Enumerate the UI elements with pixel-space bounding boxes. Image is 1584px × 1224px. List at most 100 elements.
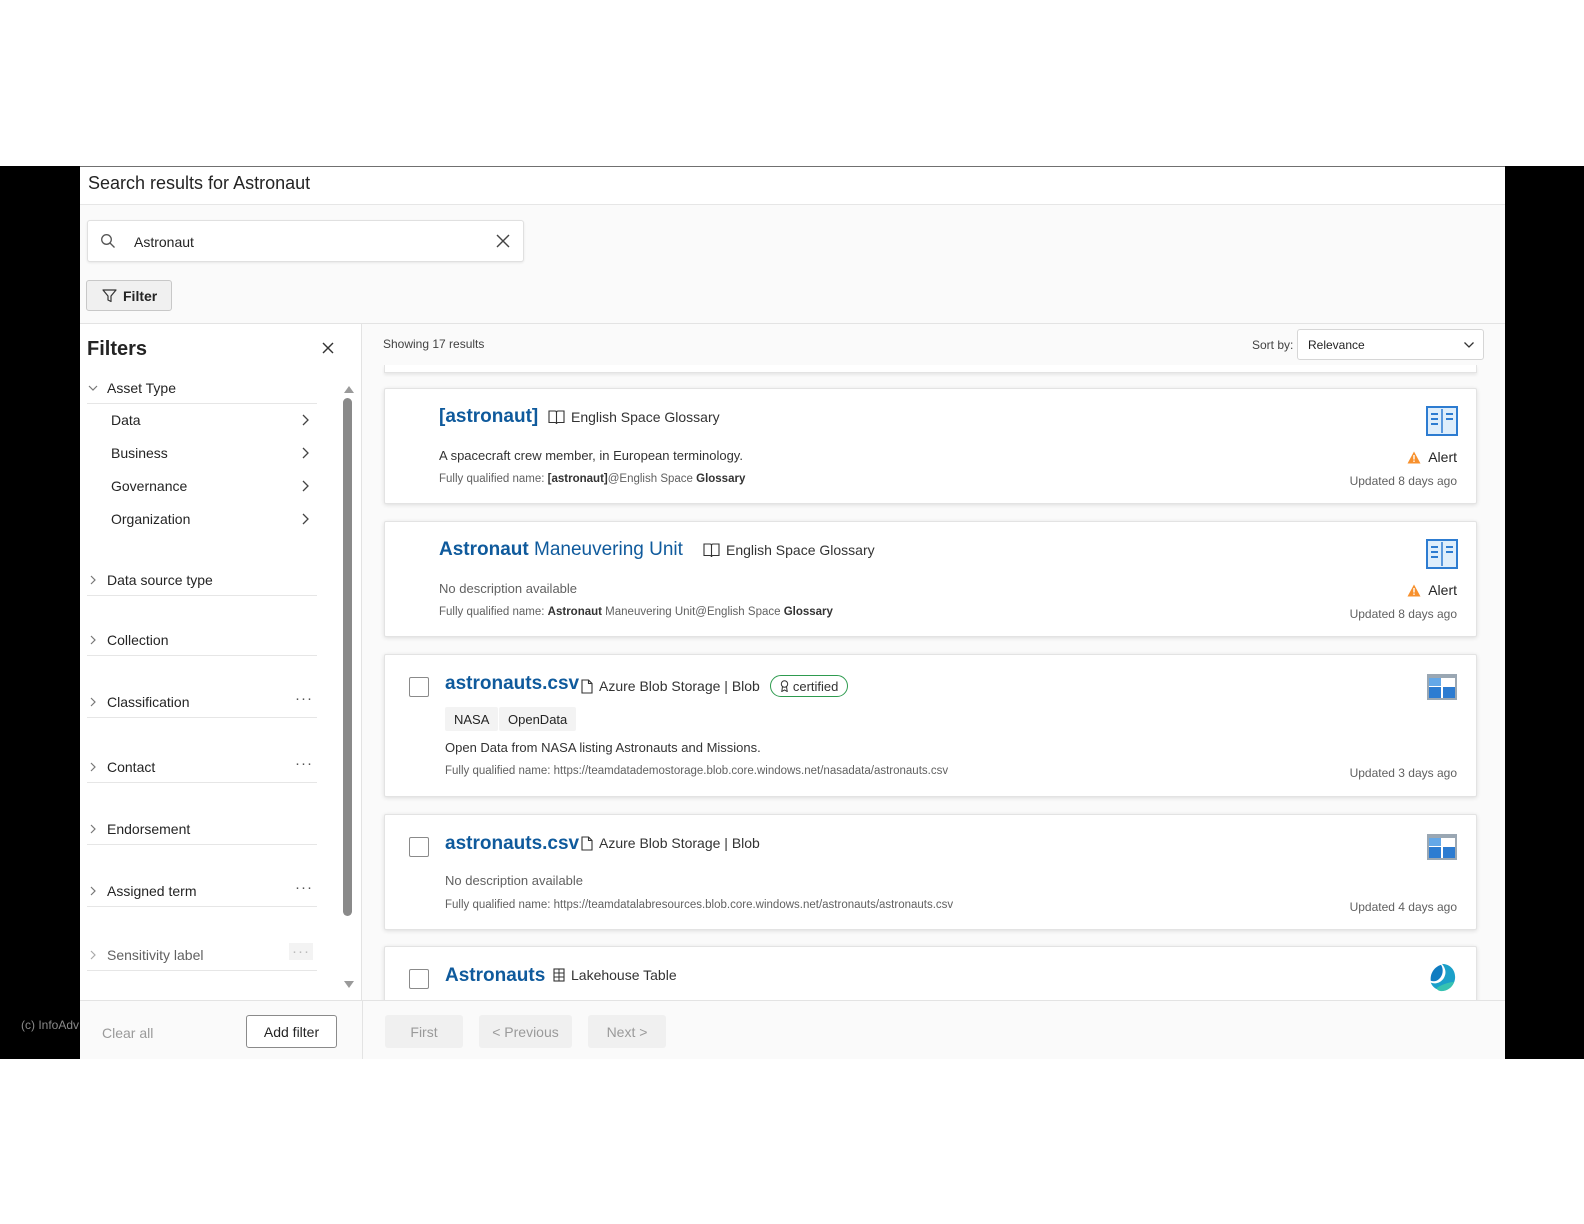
filter-section-label: Data source type xyxy=(107,571,213,588)
asset-type-item-business[interactable]: Business xyxy=(111,438,311,468)
result-description: Open Data from NASA listing Astronauts a… xyxy=(445,740,761,755)
result-type: Azure Blob Storage | Blob xyxy=(581,835,760,851)
result-type-label: Lakehouse Table xyxy=(571,967,677,983)
scroll-up-arrow-icon[interactable] xyxy=(344,386,354,393)
result-card[interactable]: astronauts.csv Azure Blob Storage | Blob… xyxy=(384,814,1477,930)
asset-type-item-data[interactable]: Data xyxy=(111,405,311,435)
asset-type-label: Governance xyxy=(111,478,188,494)
result-updated: Updated 8 days ago xyxy=(1349,607,1457,621)
asset-type-label: Data xyxy=(111,412,141,428)
chevron-down-icon xyxy=(88,385,98,391)
more-options-icon[interactable]: ··· xyxy=(295,879,313,896)
result-type: English Space Glossary xyxy=(548,409,720,425)
book-icon xyxy=(703,543,720,558)
result-card[interactable]: Astronauts Lakehouse Table xyxy=(384,946,1477,1000)
first-page-button[interactable]: First xyxy=(385,1015,463,1048)
filter-section-data-source-type[interactable]: Data source type xyxy=(87,564,317,596)
result-description: A spacecraft crew member, in European te… xyxy=(439,448,743,463)
sort-value: Relevance xyxy=(1308,337,1365,352)
select-checkbox[interactable] xyxy=(409,677,429,697)
fabric-icon xyxy=(1430,963,1456,992)
filter-section-label: Classification xyxy=(107,693,190,710)
clear-all-button[interactable]: Clear all xyxy=(102,1025,153,1041)
result-title[interactable]: [astronaut] xyxy=(439,406,538,428)
chevron-right-icon xyxy=(90,762,96,771)
select-checkbox[interactable] xyxy=(409,969,429,989)
asset-type-item-organization[interactable]: Organization xyxy=(111,504,311,534)
page-title: Search results for Astronaut xyxy=(80,167,1505,205)
filter-section-contact[interactable]: Contact ··· xyxy=(87,751,317,783)
certified-label: certified xyxy=(792,678,839,694)
result-title[interactable]: Astronauts xyxy=(445,965,545,987)
scrollbar-thumb[interactable] xyxy=(343,398,352,916)
search-input[interactable] xyxy=(134,231,474,253)
more-options-icon[interactable]: ··· xyxy=(295,690,313,707)
filter-section-asset-type[interactable]: Asset Type xyxy=(87,372,317,404)
filter-section-label: Sensitivity label xyxy=(107,946,204,963)
chevron-right-icon xyxy=(302,414,309,426)
result-fqn: Fully qualified name: Astronaut Maneuver… xyxy=(439,606,833,618)
chevron-down-icon xyxy=(1464,342,1474,348)
letterbox-left xyxy=(0,166,80,1059)
add-filter-button[interactable]: Add filter xyxy=(246,1015,337,1048)
search-icon xyxy=(101,234,115,248)
chevron-right-icon xyxy=(302,480,309,492)
next-page-button[interactable]: Next > xyxy=(588,1015,666,1048)
filter-section-label: Asset Type xyxy=(107,379,177,396)
chevron-right-icon xyxy=(90,575,96,584)
glossary-icon xyxy=(1426,406,1458,436)
result-card[interactable]: astronauts.csv Azure Blob Storage | Blob… xyxy=(384,654,1477,797)
select-checkbox[interactable] xyxy=(409,837,429,857)
bottom-divider xyxy=(362,1001,363,1059)
result-type-label: Azure Blob Storage | Blob xyxy=(599,678,760,694)
filter-section-assigned-term[interactable]: Assigned term ··· xyxy=(87,875,317,907)
search-box xyxy=(87,220,524,262)
search-results-window: Search results for Astronaut Filter Filt… xyxy=(80,166,1505,1059)
filters-panel: Filters Asset Type Data Business Governa… xyxy=(80,324,362,1000)
asset-type-item-governance[interactable]: Governance xyxy=(111,471,311,501)
chevron-right-icon xyxy=(90,635,96,644)
filter-section-classification[interactable]: Classification ··· xyxy=(87,686,317,718)
filter-section-collection[interactable]: Collection xyxy=(87,624,317,656)
result-updated: Updated 3 days ago xyxy=(1349,766,1457,780)
book-icon xyxy=(548,410,565,425)
result-updated: Updated 4 days ago xyxy=(1349,900,1457,914)
asset-type-label: Business xyxy=(111,445,168,461)
result-title[interactable]: astronauts.csv xyxy=(445,673,579,695)
close-filters-icon[interactable] xyxy=(321,341,335,355)
more-options-icon[interactable]: ··· xyxy=(295,755,313,772)
result-card[interactable]: [astronaut] English Space Glossary A spa… xyxy=(384,388,1477,504)
result-fqn: Fully qualified name: https://teamdatala… xyxy=(445,899,954,911)
certified-badge: certified xyxy=(769,675,849,697)
previous-result-card-edge xyxy=(384,365,1477,373)
result-description: No description available xyxy=(445,873,584,888)
result-type: Azure Blob Storage | Blob certified xyxy=(581,675,849,697)
result-title[interactable]: Astronaut Maneuvering Unit xyxy=(439,539,683,561)
sort-label: Sort by: xyxy=(1252,338,1294,352)
previous-page-button[interactable]: < Previous xyxy=(479,1015,572,1048)
filter-section-endorsement[interactable]: Endorsement xyxy=(87,813,317,845)
result-fqn: Fully qualified name: https://teamdatade… xyxy=(445,765,949,777)
result-card[interactable]: Astronaut Maneuvering Unit English Space… xyxy=(384,521,1477,637)
filter-section-label: Endorsement xyxy=(107,820,191,837)
alert-label: Alert xyxy=(1428,582,1457,598)
result-title[interactable]: astronauts.csv xyxy=(445,833,579,855)
tag-chip[interactable]: OpenData xyxy=(499,707,577,731)
warning-triangle-icon xyxy=(1407,584,1421,596)
chevron-right-icon xyxy=(90,824,96,833)
clear-search-icon[interactable] xyxy=(494,232,512,250)
filter-section-label: Collection xyxy=(107,631,169,648)
result-description: No description available xyxy=(439,581,578,596)
result-type: Lakehouse Table xyxy=(553,967,677,983)
sort-dropdown[interactable]: Relevance xyxy=(1297,329,1484,360)
filter-section-sensitivity-label[interactable]: Sensitivity label ··· xyxy=(87,939,317,971)
more-options-icon[interactable]: ··· xyxy=(289,943,313,960)
results-area: Showing 17 results Sort by: Relevance [a… xyxy=(363,324,1505,1000)
filter-button[interactable]: Filter xyxy=(86,280,172,311)
tag-chip[interactable]: NASA xyxy=(445,707,499,731)
scroll-down-arrow-icon[interactable] xyxy=(344,981,354,988)
file-icon xyxy=(581,678,593,694)
result-updated: Updated 8 days ago xyxy=(1349,474,1457,488)
filters-scrollbar[interactable] xyxy=(342,386,354,991)
results-count: Showing 17 results xyxy=(383,337,485,351)
